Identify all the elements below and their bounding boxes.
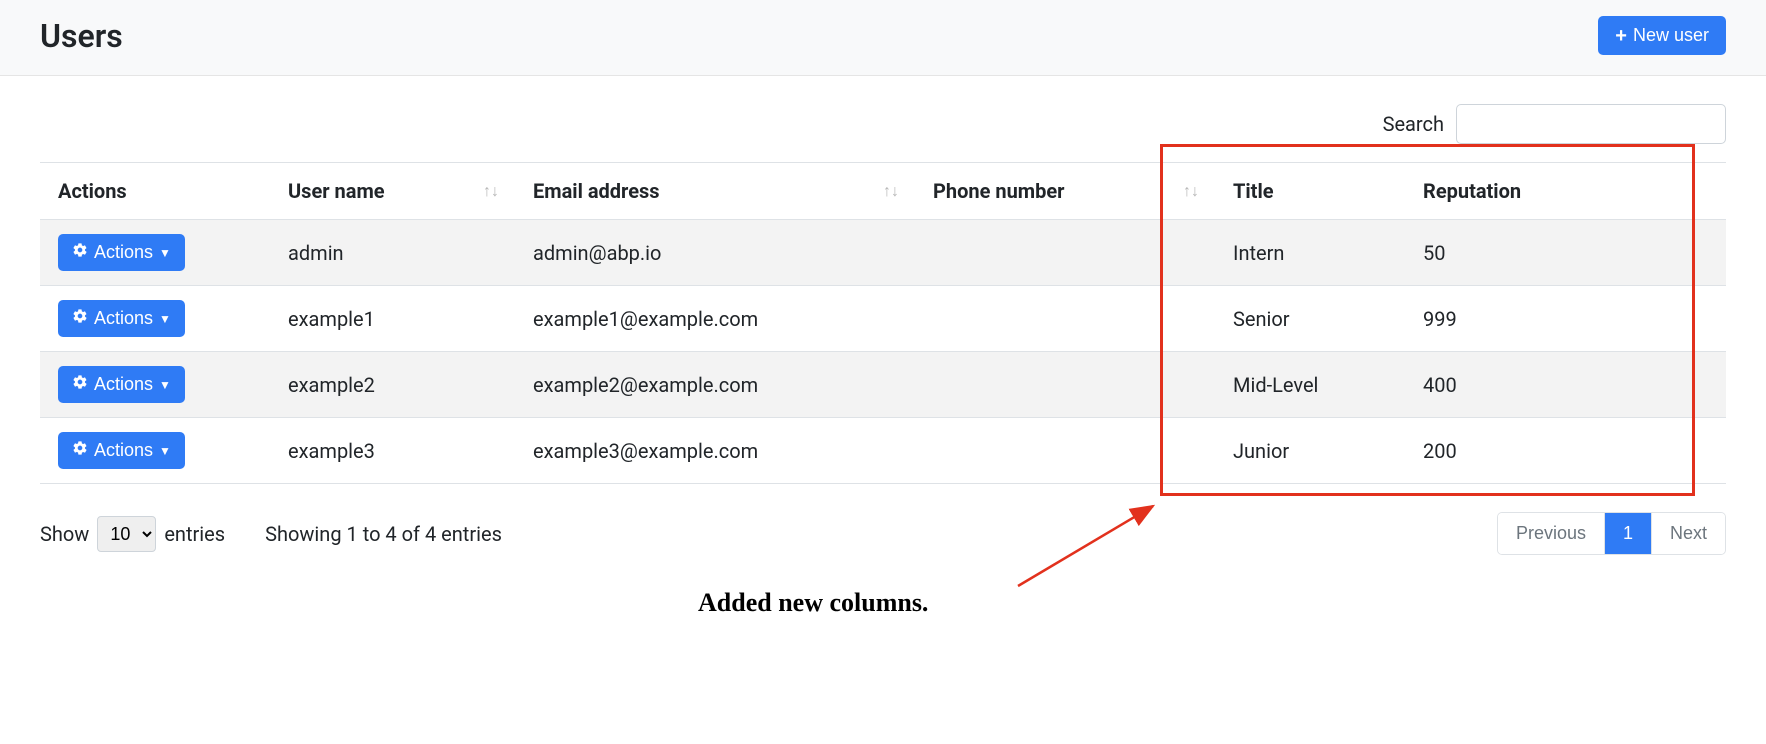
page-1-button[interactable]: 1	[1605, 513, 1652, 554]
col-username[interactable]: User name ↑↓	[270, 163, 515, 220]
col-email-label: Email address	[533, 179, 660, 203]
cell-title: Senior	[1215, 286, 1405, 352]
cell-reputation: 200	[1405, 418, 1726, 484]
search-input[interactable]	[1456, 104, 1726, 144]
sort-icon: ↑↓	[1183, 181, 1199, 201]
table-footer: Show 10 entries Showing 1 to 4 of 4 entr…	[0, 512, 1766, 585]
search-label: Search	[1383, 112, 1444, 136]
table-row: Actions ▼ example1example1@example.com Seni…	[40, 286, 1726, 352]
new-user-button[interactable]: + New user	[1598, 16, 1726, 55]
cell-email: example2@example.com	[515, 352, 915, 418]
next-button[interactable]: Next	[1652, 513, 1725, 554]
cell-reputation: 50	[1405, 220, 1726, 286]
page-title: Users	[40, 17, 123, 55]
col-username-label: User name	[288, 179, 385, 203]
show-label: Show	[40, 522, 89, 546]
gear-icon	[72, 308, 88, 329]
page-header: Users + New user	[0, 0, 1766, 76]
content-area: Search Actions User name ↑↓ Email addres…	[0, 76, 1766, 512]
row-actions-button[interactable]: Actions ▼	[58, 300, 185, 337]
gear-icon	[72, 242, 88, 263]
col-reputation-label: Reputation	[1423, 179, 1521, 203]
cell-username: example2	[270, 352, 515, 418]
annotation-text: Added new columns.	[698, 588, 928, 618]
gear-icon	[72, 374, 88, 395]
cell-reputation: 999	[1405, 286, 1726, 352]
cell-email: example1@example.com	[515, 286, 915, 352]
plus-icon: +	[1615, 26, 1627, 46]
row-actions-label: Actions	[94, 374, 153, 395]
row-actions-label: Actions	[94, 242, 153, 263]
row-actions-button[interactable]: Actions ▼	[58, 432, 185, 469]
table-row: Actions ▼ example2example2@example.com Mid-…	[40, 352, 1726, 418]
cell-phone	[915, 418, 1215, 484]
caret-down-icon: ▼	[159, 246, 171, 260]
col-title: Title	[1215, 163, 1405, 220]
col-email[interactable]: Email address ↑↓	[515, 163, 915, 220]
users-table: Actions User name ↑↓ Email address ↑↓ Ph…	[40, 162, 1726, 484]
col-title-label: Title	[1233, 179, 1274, 203]
row-actions-label: Actions	[94, 308, 153, 329]
cell-title: Junior	[1215, 418, 1405, 484]
table-row: Actions ▼ adminadmin@abp.io Intern50	[40, 220, 1726, 286]
caret-down-icon: ▼	[159, 378, 171, 392]
col-phone-label: Phone number	[933, 179, 1064, 203]
entries-select-group: Show 10 entries	[40, 516, 225, 552]
col-actions: Actions	[40, 163, 270, 220]
cell-email: admin@abp.io	[515, 220, 915, 286]
row-actions-button[interactable]: Actions ▼	[58, 366, 185, 403]
cell-email: example3@example.com	[515, 418, 915, 484]
row-actions-label: Actions	[94, 440, 153, 461]
new-user-label: New user	[1633, 25, 1709, 46]
caret-down-icon: ▼	[159, 312, 171, 326]
gear-icon	[72, 440, 88, 461]
table-row: Actions ▼ example3example3@example.com Juni…	[40, 418, 1726, 484]
col-actions-label: Actions	[58, 179, 127, 203]
search-row: Search	[40, 104, 1726, 144]
row-actions-button[interactable]: Actions ▼	[58, 234, 185, 271]
prev-button[interactable]: Previous	[1498, 513, 1605, 554]
sort-icon: ↑↓	[483, 181, 499, 201]
cell-phone	[915, 286, 1215, 352]
cell-title: Intern	[1215, 220, 1405, 286]
col-reputation: Reputation	[1405, 163, 1726, 220]
page-size-select[interactable]: 10	[97, 516, 156, 552]
entries-label: entries	[164, 522, 225, 546]
cell-phone	[915, 220, 1215, 286]
pagination: Previous 1 Next	[1497, 512, 1726, 555]
caret-down-icon: ▼	[159, 444, 171, 458]
cell-username: admin	[270, 220, 515, 286]
sort-icon: ↑↓	[883, 181, 899, 201]
cell-title: Mid-Level	[1215, 352, 1405, 418]
cell-username: example3	[270, 418, 515, 484]
cell-reputation: 400	[1405, 352, 1726, 418]
cell-username: example1	[270, 286, 515, 352]
table-info: Showing 1 to 4 of 4 entries	[265, 522, 502, 546]
col-phone[interactable]: Phone number ↑↓	[915, 163, 1215, 220]
cell-phone	[915, 352, 1215, 418]
